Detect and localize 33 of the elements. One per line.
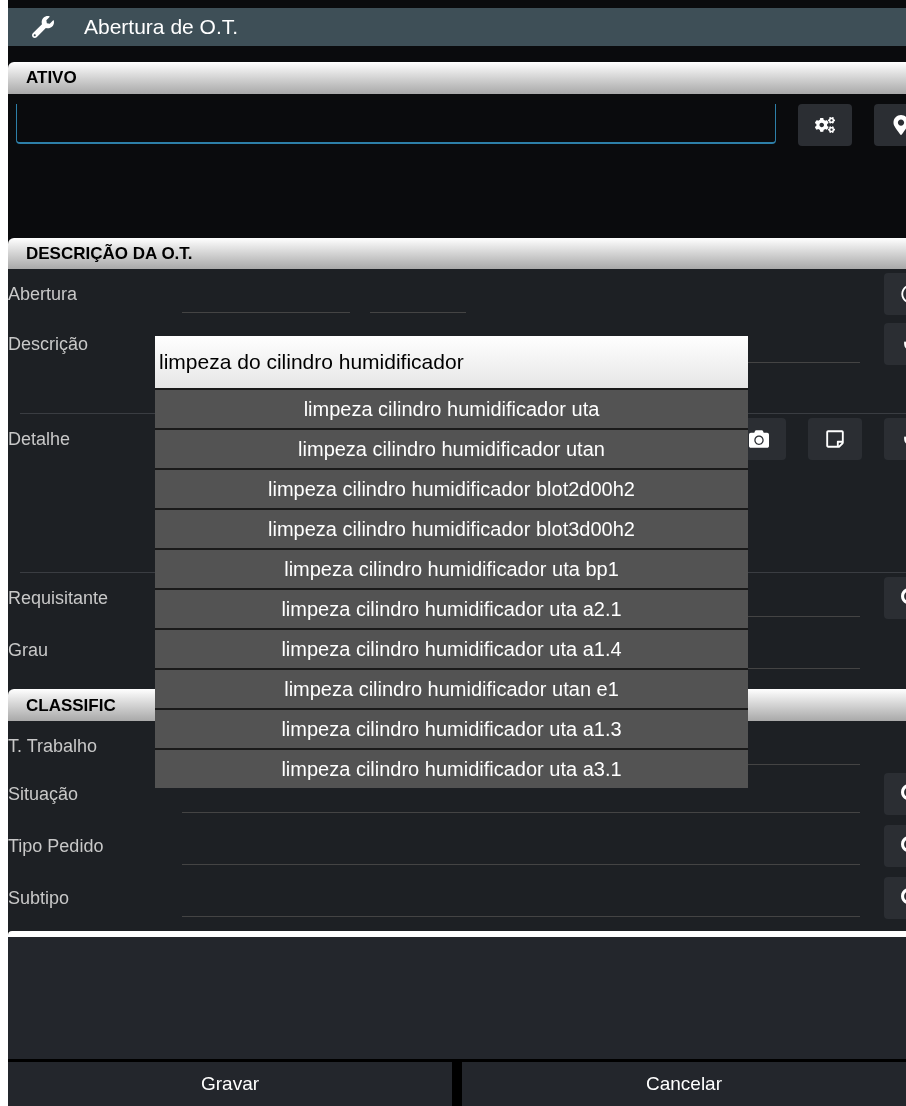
camera-icon bbox=[749, 429, 769, 450]
field-label: T. Trabalho bbox=[8, 735, 99, 759]
suggestion-item[interactable]: limpeza cilindro humidificador utan e1 bbox=[155, 670, 748, 708]
suggestion-item[interactable]: limpeza cilindro humidificador uta a3.1 bbox=[155, 750, 748, 788]
field-label: Tipo Pedido bbox=[8, 835, 105, 859]
gears-icon bbox=[815, 114, 835, 135]
suggestion-item[interactable]: limpeza cilindro humidificador blot3d00h2 bbox=[155, 510, 748, 548]
note-button[interactable] bbox=[808, 418, 862, 461]
field-label: Abertura bbox=[8, 283, 79, 307]
section-header: ATIVO bbox=[8, 61, 906, 94]
gears-button[interactable] bbox=[798, 103, 852, 146]
map-pin-icon bbox=[891, 114, 906, 135]
field-label: Subtipo bbox=[8, 887, 71, 911]
suggestion-item[interactable]: limpeza cilindro humidificador utan bbox=[155, 430, 748, 468]
window-title: Abertura de O.T. bbox=[84, 14, 239, 41]
wrench-icon bbox=[32, 15, 54, 38]
field-label: Situação bbox=[8, 783, 80, 807]
field-label: Grau bbox=[8, 639, 50, 663]
autocomplete-input[interactable]: limpeza do cilindro humidificador bbox=[155, 336, 748, 388]
note-icon bbox=[825, 429, 845, 450]
asset-input[interactable] bbox=[16, 103, 776, 144]
field-label: Descrição bbox=[8, 333, 90, 357]
suggestion-item[interactable]: limpeza cilindro humidificador uta a2.1 bbox=[155, 590, 748, 628]
field-label: Requisitante bbox=[8, 587, 110, 611]
suggestion-item[interactable]: limpeza cilindro humidificador uta a1.3 bbox=[155, 710, 748, 748]
suggestion-item[interactable]: limpeza cilindro humidificador uta a1.4 bbox=[155, 630, 748, 668]
action-button[interactable]: Gravar bbox=[8, 1062, 452, 1106]
suggestion-item[interactable]: limpeza cilindro humidificador uta bbox=[155, 390, 748, 428]
suggestion-item[interactable]: limpeza cilindro humidificador blot2d00h2 bbox=[155, 470, 748, 508]
action-button[interactable]: Cancelar bbox=[462, 1062, 906, 1106]
suggestion-item[interactable]: limpeza cilindro humidificador uta bp1 bbox=[155, 550, 748, 588]
field-label: Detalhe bbox=[8, 428, 72, 452]
section-header: DESCRIÇÃO DA O.T. bbox=[8, 237, 906, 270]
